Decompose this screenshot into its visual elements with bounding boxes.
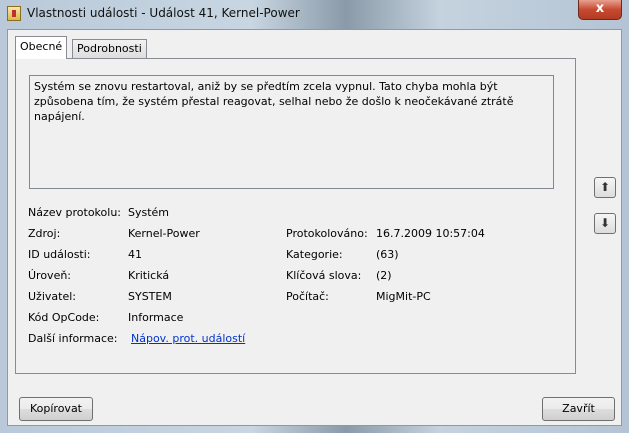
- event-id-value: 41: [128, 248, 142, 261]
- dialog-client: Obecné Podrobnosti Systém se znovu resta…: [7, 29, 622, 426]
- source-value: Kernel-Power: [128, 227, 200, 240]
- arrow-down-icon: ⬇: [599, 216, 611, 230]
- computer-label: Počítač:: [286, 290, 329, 303]
- previous-event-button[interactable]: ⬆: [594, 177, 616, 198]
- source-label: Zdroj:: [28, 227, 61, 240]
- user-value: SYSTEM: [128, 290, 172, 303]
- copy-button[interactable]: Kopírovat: [19, 397, 93, 421]
- level-value: Kritická: [128, 269, 170, 282]
- user-label: Uživatel:: [28, 290, 76, 303]
- opcode-value: Informace: [128, 311, 184, 324]
- close-button[interactable]: Zavřít: [542, 397, 615, 421]
- close-window-button[interactable]: x: [578, 0, 622, 20]
- logged-value: 16.7.2009 10:57:04: [376, 227, 485, 240]
- log-name-value: Systém: [128, 206, 170, 219]
- window-frame: Vlastnosti události - Událost 41, Kernel…: [0, 0, 629, 433]
- window-title: Vlastnosti události - Událost 41, Kernel…: [27, 6, 300, 20]
- tab-general[interactable]: Obecné: [15, 36, 68, 59]
- event-description[interactable]: Systém se znovu restartoval, aniž by se …: [29, 75, 554, 189]
- event-viewer-icon: [7, 6, 21, 21]
- computer-value: MigMit-PC: [376, 290, 431, 303]
- opcode-label: Kód OpCode:: [28, 311, 100, 324]
- next-event-button[interactable]: ⬇: [594, 213, 616, 234]
- keywords-value: (2): [376, 269, 392, 282]
- tab-panel-general: Systém se znovu restartoval, aniž by se …: [15, 58, 576, 374]
- title-bar[interactable]: Vlastnosti události - Událost 41, Kernel…: [0, 0, 629, 28]
- category-value: (63): [376, 248, 399, 261]
- keywords-label: Klíčová slova:: [286, 269, 362, 282]
- log-name-label: Název protokolu:: [28, 206, 121, 219]
- arrow-up-icon: ⬆: [599, 180, 611, 194]
- event-id-label: ID události:: [28, 248, 91, 261]
- tab-details[interactable]: Podrobnosti: [72, 39, 147, 59]
- logged-label: Protokolováno:: [286, 227, 368, 240]
- level-label: Úroveň:: [28, 269, 72, 282]
- category-label: Kategorie:: [286, 248, 343, 261]
- event-log-help-link[interactable]: Nápov. prot. událostí: [131, 332, 245, 345]
- more-info-label: Další informace:: [28, 332, 118, 345]
